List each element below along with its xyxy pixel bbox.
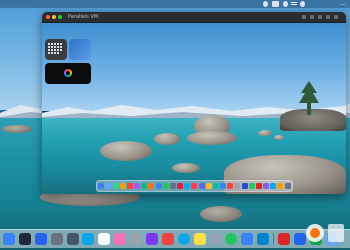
toolbar-icon[interactable] (318, 15, 322, 19)
wallpaper-rock (2, 125, 32, 133)
window-title: Parallels VM (68, 14, 99, 20)
vm-dock-app-icon[interactable] (241, 183, 248, 189)
vm-dock-app-icon[interactable] (205, 183, 212, 189)
vm-dock-app-icon[interactable] (220, 183, 227, 189)
dock (0, 229, 350, 248)
search-icon[interactable] (283, 1, 288, 7)
app-store-icon[interactable] (241, 233, 254, 245)
watermark-logo (306, 224, 344, 242)
vm-dock-app-icon[interactable] (169, 183, 176, 189)
vm-dock-app-icon[interactable] (184, 183, 191, 189)
minimize-button[interactable] (52, 15, 56, 19)
window-titlebar[interactable]: Parallels VM (42, 12, 346, 23)
vm-wallpaper-rock (187, 131, 237, 145)
vm-dock-app-icon[interactable] (98, 183, 105, 189)
system-prefs-icon[interactable] (209, 233, 222, 245)
vm-dock-app-icon[interactable] (177, 183, 184, 189)
launchpad-icon[interactable] (50, 233, 63, 245)
vm-window[interactable]: Parallels VM (42, 12, 346, 194)
calendar-icon[interactable] (98, 233, 111, 245)
vm-dock-app-icon[interactable] (227, 183, 234, 189)
menu-clock[interactable]: … (340, 0, 346, 8)
toolbar-icon[interactable] (310, 15, 314, 19)
vm-dock-app-icon[interactable] (198, 183, 205, 189)
photos-widget[interactable] (69, 39, 91, 60)
vm-dock-app-icon[interactable] (105, 183, 112, 189)
toolbar-icon[interactable] (334, 15, 338, 19)
vm-dock-app-icon[interactable] (112, 183, 119, 189)
vscode-icon[interactable] (257, 233, 270, 245)
menu-bar: … (0, 0, 350, 8)
music-icon[interactable] (161, 233, 174, 245)
vm-dock-app-icon[interactable] (263, 183, 270, 189)
vm-dock-app-icon[interactable] (277, 183, 284, 189)
vm-dock-app-icon[interactable] (126, 183, 133, 189)
photos-icon[interactable] (114, 233, 127, 245)
chrome-icon[interactable] (225, 233, 238, 245)
mail-icon[interactable] (82, 233, 95, 245)
vm-dock-app-icon[interactable] (141, 183, 148, 189)
vm-dock-app-icon[interactable] (212, 183, 219, 189)
vm-dock-app-icon[interactable] (155, 183, 162, 189)
vm-wallpaper-rock (154, 133, 180, 145)
close-button[interactable] (46, 15, 50, 19)
podcasts-icon[interactable] (146, 233, 159, 245)
vm-dock (96, 180, 293, 192)
notes-icon[interactable] (193, 233, 206, 245)
vm-dock-app-icon[interactable] (162, 183, 169, 189)
vm-dock-app-icon[interactable] (234, 183, 241, 189)
phone-widget[interactable] (45, 63, 91, 84)
toolbar-icon[interactable] (302, 15, 306, 19)
siri-icon[interactable] (300, 1, 305, 7)
parallels-icon[interactable] (278, 233, 291, 245)
vm-dock-app-icon[interactable] (284, 183, 291, 189)
vm-dock-app-icon[interactable] (148, 183, 155, 189)
vm-wallpaper-rock (258, 130, 272, 136)
calendar-grid-icon (48, 43, 62, 54)
safari-icon[interactable] (177, 233, 190, 245)
activity-ring-icon (64, 69, 72, 77)
finder-icon[interactable] (3, 233, 15, 245)
calendar-widget[interactable] (45, 39, 67, 60)
battery-icon[interactable] (272, 1, 279, 7)
vm-dock-app-icon[interactable] (134, 183, 141, 189)
toolbar-icon[interactable] (326, 15, 330, 19)
control-center-icon[interactable] (291, 1, 297, 7)
preview-icon[interactable] (66, 233, 79, 245)
wifi-icon[interactable] (263, 1, 268, 7)
dock-separator (273, 233, 275, 245)
vm-wallpaper-rock (172, 163, 200, 173)
vm-screen[interactable] (42, 23, 346, 194)
vm-dock-app-icon[interactable] (248, 183, 255, 189)
vm-dock-app-icon[interactable] (119, 183, 126, 189)
vm-wallpaper-rock (274, 135, 284, 140)
wallpaper-rock (200, 206, 242, 222)
activity-icon[interactable] (34, 233, 47, 245)
settings-icon[interactable] (130, 233, 143, 245)
zoom-button[interactable] (58, 15, 62, 19)
vm-dock-app-icon[interactable] (191, 183, 198, 189)
vm-dock-app-icon[interactable] (270, 183, 277, 189)
vm-dock-app-icon[interactable] (255, 183, 262, 189)
vm-wallpaper-rock (100, 141, 152, 161)
tree-icon (299, 81, 319, 115)
terminal-icon[interactable] (18, 233, 31, 245)
